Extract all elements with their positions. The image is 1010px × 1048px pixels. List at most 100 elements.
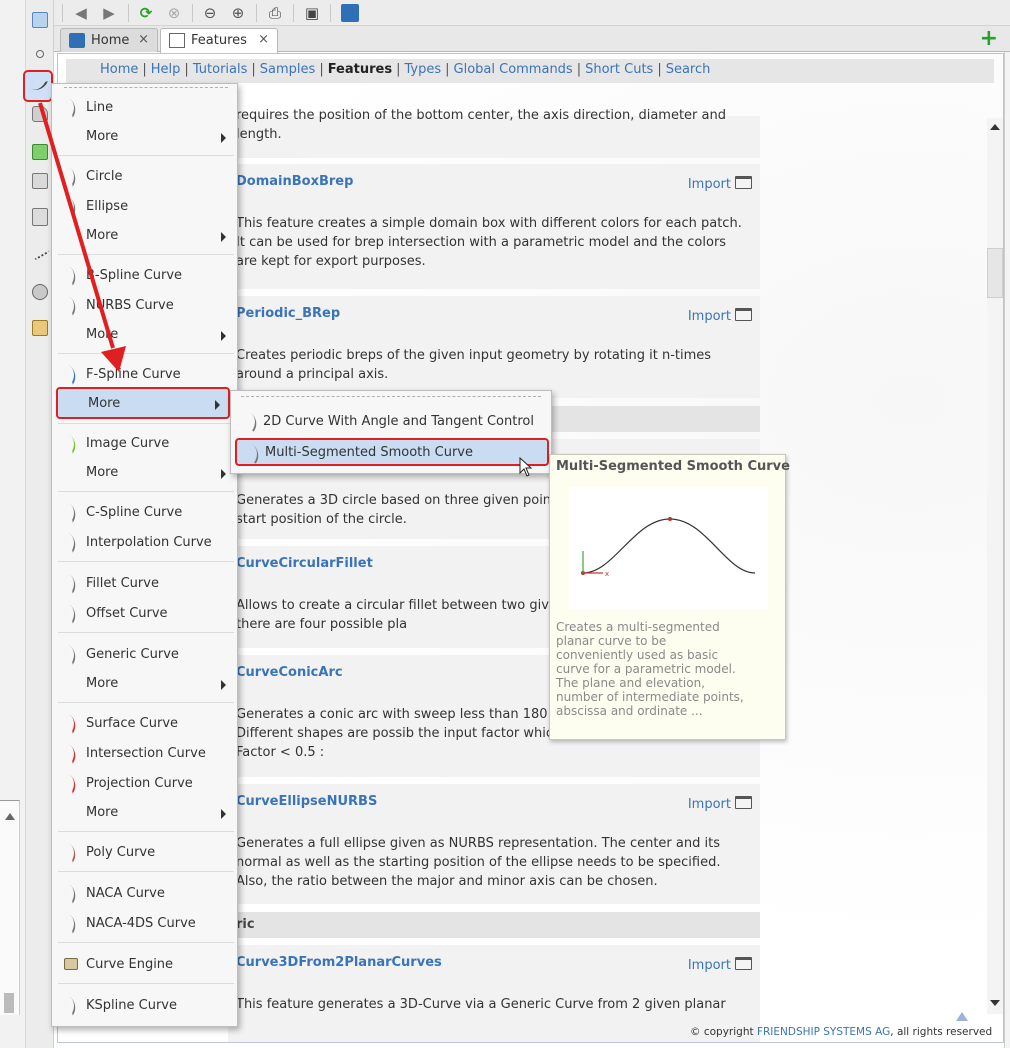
feature-title-link[interactable]: CurveCircularFillet bbox=[236, 556, 373, 571]
submenu-arrow-icon bbox=[215, 400, 220, 410]
stop-icon[interactable]: ⊗ bbox=[165, 4, 183, 22]
menu-item-fillet-curve[interactable]: Fillet Curve bbox=[56, 572, 234, 596]
submenu-item-multi-segmented-smooth-curve[interactable]: Multi-Segmented Smooth Curve bbox=[235, 438, 549, 466]
feature-title-link[interactable]: DomainBoxBrep bbox=[236, 174, 353, 189]
solid-tool-icon[interactable] bbox=[32, 173, 48, 189]
menu-item-projection-curve[interactable]: Projection Curve bbox=[56, 772, 234, 796]
scroll-up-icon[interactable] bbox=[990, 124, 1000, 130]
menu-item-more[interactable]: More bbox=[56, 323, 234, 347]
feature-tooltip: Multi-Segmented Smooth Curve x Creates a… bbox=[549, 454, 790, 740]
nav-link-search[interactable]: Search bbox=[666, 62, 711, 77]
tear-off-line[interactable] bbox=[241, 396, 541, 397]
scroll-up-icon[interactable] bbox=[5, 813, 15, 820]
menu-separator bbox=[58, 423, 234, 424]
curve-preview-graphic: x bbox=[581, 517, 756, 578]
company-link[interactable]: FRIENDSHIP SYSTEMS AG bbox=[757, 1026, 890, 1038]
menu-separator bbox=[58, 491, 234, 492]
forward-icon[interactable]: ▶ bbox=[100, 4, 118, 22]
menu-item-more[interactable]: More bbox=[56, 224, 234, 248]
nav-link-home[interactable]: Home bbox=[100, 62, 138, 77]
menu-item-curve-engine[interactable]: Curve Engine bbox=[56, 953, 234, 977]
note-tool-icon[interactable] bbox=[32, 320, 48, 336]
scroll-down-icon[interactable] bbox=[990, 1000, 1000, 1006]
tab-home[interactable]: Home × bbox=[60, 28, 158, 52]
analysis-tool-icon[interactable] bbox=[32, 284, 48, 300]
tab-home-close-icon[interactable]: × bbox=[138, 32, 149, 47]
save-icon[interactable]: ▣ bbox=[303, 4, 321, 22]
print-icon[interactable]: ⎙ bbox=[266, 4, 284, 22]
nav-link-short-cuts[interactable]: Short Cuts bbox=[585, 62, 653, 77]
curve-icon bbox=[30, 76, 48, 94]
curve-tool-button[interactable] bbox=[23, 70, 53, 102]
curve-icon bbox=[244, 444, 264, 464]
menu-item-generic-curve[interactable]: Generic Curve bbox=[56, 643, 234, 667]
menu-item-nurbs-curve[interactable]: NURBS Curve bbox=[56, 294, 234, 318]
add-tab-icon[interactable]: + bbox=[980, 28, 998, 50]
volume-tool-icon[interactable] bbox=[32, 208, 48, 226]
copyright-suffix: , all rights reserved bbox=[890, 1026, 993, 1038]
tab-features[interactable]: Features × bbox=[160, 28, 278, 53]
nav-link-global-commands[interactable]: Global Commands bbox=[454, 62, 573, 77]
app-logo-icon[interactable] bbox=[341, 4, 359, 22]
menu-item-more[interactable]: More bbox=[56, 125, 234, 149]
select-tool-icon[interactable] bbox=[32, 12, 48, 28]
menu-item-intersection-curve[interactable]: Intersection Curve bbox=[56, 742, 234, 766]
scroll-thumb[interactable] bbox=[4, 993, 14, 1013]
nav-link-types[interactable]: Types bbox=[404, 62, 441, 77]
menu-item-more[interactable]: More bbox=[56, 672, 234, 696]
menu-item-more[interactable]: More bbox=[56, 461, 234, 485]
green-feature-icon[interactable] bbox=[32, 144, 48, 160]
menu-item-naca-curve[interactable]: NACA Curve bbox=[56, 882, 234, 906]
menu-item-b-spline-curve[interactable]: B-Spline Curve bbox=[56, 264, 234, 288]
feature-title-link[interactable]: CurveConicArc bbox=[236, 665, 343, 680]
back-icon[interactable]: ◀ bbox=[72, 4, 90, 22]
toolbar-separator bbox=[62, 4, 63, 22]
nav-link-samples[interactable]: Samples bbox=[260, 62, 316, 77]
feature-title-link[interactable]: Curve3DFrom2PlanarCurves bbox=[236, 955, 442, 970]
import-label: Import bbox=[687, 958, 731, 973]
import-link[interactable]: Import bbox=[688, 176, 752, 192]
left-scrollbar[interactable] bbox=[0, 800, 20, 1015]
menu-item-offset-curve[interactable]: Offset Curve bbox=[56, 602, 234, 626]
document-scrollbar[interactable] bbox=[987, 118, 1003, 1014]
scroll-top-icon[interactable] bbox=[956, 1012, 968, 1021]
menu-item-circle[interactable]: Circle bbox=[56, 165, 234, 189]
feature-title-link[interactable]: Periodic_BRep bbox=[236, 306, 340, 321]
import-link[interactable]: Import bbox=[688, 308, 752, 324]
zoom-in-icon[interactable]: ⊕ bbox=[229, 4, 247, 22]
import-link[interactable]: Import bbox=[688, 957, 752, 973]
surface-tool-icon[interactable] bbox=[32, 106, 48, 122]
nav-separator: | bbox=[445, 62, 450, 77]
curve-icon bbox=[61, 744, 81, 764]
menu-item-naca-4ds-curve[interactable]: NACA-4DS Curve bbox=[56, 912, 234, 936]
menu-item-image-curve[interactable]: Image Curve bbox=[56, 432, 234, 456]
menu-item-line[interactable]: Line bbox=[56, 96, 234, 120]
menu-item-more-selected[interactable]: More bbox=[56, 387, 230, 419]
menu-item-surface-curve[interactable]: Surface Curve bbox=[56, 712, 234, 736]
feature-title-link[interactable]: CurveEllipseNURBS bbox=[236, 794, 377, 809]
reload-icon[interactable]: ⟳ bbox=[137, 4, 155, 22]
menu-item-label: Intersection Curve bbox=[86, 746, 206, 761]
menu-item-poly-curve[interactable]: Poly Curve bbox=[56, 841, 234, 865]
import-link[interactable]: Import bbox=[688, 796, 752, 812]
dotted-line-icon[interactable] bbox=[30, 243, 50, 261]
menu-item-f-spline-curve[interactable]: F-Spline Curve bbox=[56, 363, 234, 387]
point-tool-icon[interactable] bbox=[36, 50, 44, 58]
nav-link-help[interactable]: Help bbox=[151, 62, 181, 77]
toolbar-separator bbox=[256, 4, 257, 22]
scroll-thumb[interactable] bbox=[987, 248, 1003, 298]
menu-item-kspline-curve[interactable]: KSpline Curve bbox=[56, 994, 234, 1018]
menu-item-label: Surface Curve bbox=[86, 716, 179, 731]
nav-link-tutorials[interactable]: Tutorials bbox=[193, 62, 248, 77]
tab-features-close-icon[interactable]: × bbox=[258, 32, 269, 47]
folder-icon bbox=[735, 176, 752, 189]
menu-item-interpolation-curve[interactable]: Interpolation Curve bbox=[56, 531, 234, 555]
menu-item-c-spline-curve[interactable]: C-Spline Curve bbox=[56, 501, 234, 525]
submenu-item-2d-curve-angle-tangent[interactable]: 2D Curve With Angle and Tangent Control bbox=[235, 408, 549, 436]
tear-off-line[interactable] bbox=[64, 87, 228, 88]
menu-item-more[interactable]: More bbox=[56, 801, 234, 825]
nav-separator: | bbox=[576, 62, 582, 77]
menu-item-ellipse[interactable]: Ellipse bbox=[56, 195, 234, 219]
zoom-out-icon[interactable]: ⊖ bbox=[201, 4, 219, 22]
menu-separator bbox=[58, 942, 234, 943]
